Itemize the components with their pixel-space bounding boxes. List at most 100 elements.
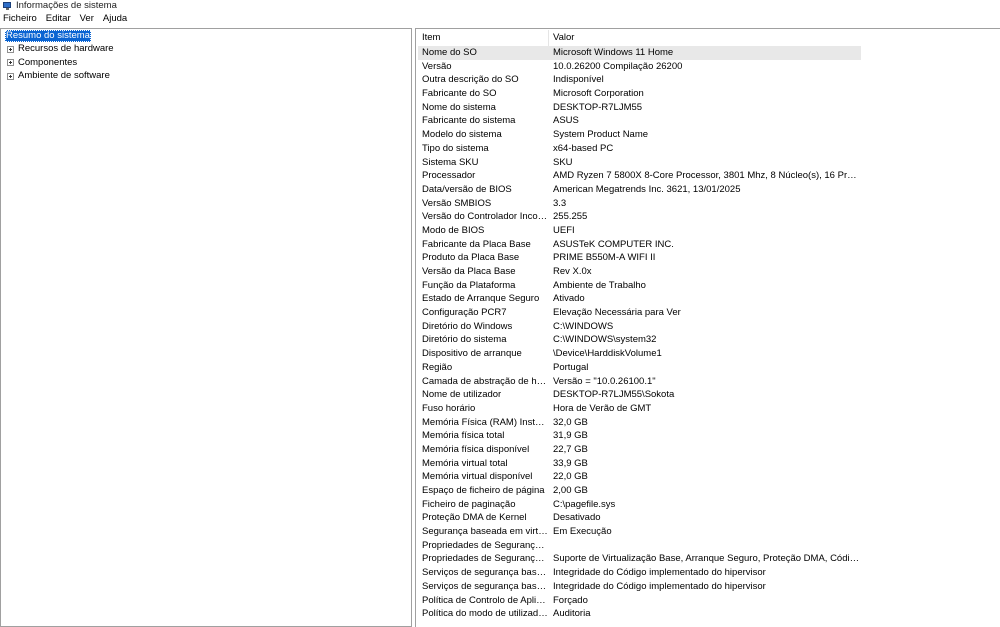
row-value-cell: DESKTOP-R7LJM55 — [553, 101, 643, 113]
table-row[interactable]: Memória Física (RAM) Instalada 32,0 GB — [418, 416, 861, 430]
table-row[interactable]: Propriedades de Segurança N... — [418, 539, 861, 553]
row-item-cell: Serviços de segurança basead... — [422, 580, 549, 592]
row-value-cell: American Megatrends Inc. 3621, 13/01/202… — [553, 183, 741, 195]
window-title: Informações de sistema — [16, 0, 117, 11]
menu-ajuda[interactable]: Ajuda — [99, 12, 132, 26]
table-row[interactable]: Região Portugal — [418, 361, 861, 375]
table-row[interactable]: Proteção DMA de Kernel Desativado — [418, 511, 861, 525]
row-value-cell: 31,9 GB — [553, 430, 588, 442]
row-item-cell: Memória Física (RAM) Instalada — [422, 416, 549, 428]
table-row[interactable]: Serviços de segurança basead... Integrida… — [418, 580, 861, 594]
table-row[interactable]: Memória física total 31,9 GB — [418, 429, 861, 443]
table-row[interactable]: Tipo do sistema x64-based PC — [418, 142, 861, 156]
row-item-cell: Segurança baseada em virtuali... — [422, 526, 549, 538]
row-value-cell: C:\pagefile.sys — [553, 498, 616, 510]
table-row[interactable]: Política do modo de utilizador ... Audito… — [418, 607, 861, 621]
row-value-cell: Versão = "10.0.26100.1" — [553, 375, 656, 387]
menu-ver[interactable]: Ver — [76, 12, 99, 26]
column-header-value[interactable]: Valor — [549, 30, 861, 46]
table-row[interactable]: Versão SMBIOS 3.3 — [418, 197, 861, 211]
expand-plus-icon[interactable] — [7, 72, 14, 80]
row-item-cell: Memória virtual disponível — [422, 471, 533, 483]
table-row[interactable]: Estado de Arranque Seguro Ativado — [418, 292, 861, 306]
row-item-cell: Serviços de segurança basead... — [422, 567, 549, 579]
row-value-cell: Rev X.0x — [553, 266, 592, 277]
row-value-cell: Forçado — [553, 594, 588, 606]
row-value-cell: System Product Name — [553, 129, 649, 141]
row-value-cell: Ativado — [553, 293, 585, 305]
table-row[interactable]: Memória virtual total 33,9 GB — [418, 457, 861, 471]
tree-item-resumo-do-sistema[interactable]: Resumo do sistema — [5, 30, 91, 42]
row-item-cell: Propriedades de Segurança N... — [422, 539, 549, 551]
table-row[interactable]: Fabricante do sistema ASUS — [418, 114, 861, 128]
table-row[interactable]: Ficheiro de paginação C:\pagefile.sys — [418, 498, 861, 512]
table-row[interactable]: Dispositivo de arranque \Device\HarddiskV… — [418, 347, 861, 361]
table-row[interactable]: Produto da Placa Base PRIME B550M-A WIFI … — [418, 251, 861, 265]
row-value-cell: Microsoft Windows 11 Home — [553, 47, 674, 58]
table-row[interactable]: Diretório do Windows C:\WINDOWS — [418, 320, 861, 334]
row-value-cell: Integridade do Código implementado do hi… — [553, 580, 766, 592]
row-value-cell: 3.3 — [553, 197, 567, 209]
row-item-cell: Nome do SO — [422, 47, 477, 58]
tree-item-label: Recursos de hardware — [18, 43, 114, 54]
table-row[interactable]: Espaço de ficheiro de página 2,00 GB — [418, 484, 861, 498]
row-item-cell: Fuso horário — [422, 402, 476, 414]
menu-editar[interactable]: Editar — [42, 12, 76, 26]
table-row[interactable]: Versão 10.0.26200 Compilação 26200 — [418, 60, 861, 74]
row-item-cell: Nome de utilizador — [422, 389, 502, 401]
row-item-cell: Fabricante da Placa Base — [422, 238, 531, 250]
expand-plus-icon[interactable] — [7, 45, 14, 53]
tree-item-componentes[interactable]: Componentes — [7, 57, 77, 69]
table-row[interactable]: Memória virtual disponível 22,0 GB — [418, 470, 861, 484]
system-info-app-icon — [3, 1, 12, 10]
table-row[interactable]: Camada de abstração de hard... Versão = "… — [418, 375, 861, 389]
row-value-cell: 255.255 — [553, 211, 588, 223]
table-row[interactable]: Configuração PCR7 Elevação Necessária par… — [418, 306, 861, 320]
menu-bar: Ficheiro Editar Ver Ajuda — [0, 12, 1000, 26]
row-item-cell: Diretório do sistema — [422, 334, 507, 346]
row-item-cell: Nome do sistema — [422, 101, 496, 113]
table-row[interactable]: Versão do Controlador Incorp... 255.255 — [418, 210, 861, 224]
table-row[interactable]: Outra descrição do SO Indisponível — [418, 73, 861, 87]
tree-item-recursos-de-hardware[interactable]: Recursos de hardware — [7, 43, 114, 55]
category-tree[interactable]: Resumo do sistema Recursos de hardware C… — [0, 28, 412, 627]
table-row[interactable]: Memória física disponível 22,7 GB — [418, 443, 861, 457]
expand-plus-icon[interactable] — [7, 59, 14, 66]
table-row[interactable]: Política de Controlo de Aplicaç... Forçad… — [418, 594, 861, 608]
tree-item-ambiente-de-software[interactable]: Ambiente de software — [7, 70, 110, 82]
row-item-cell: Versão da Placa Base — [422, 266, 516, 277]
row-item-cell: Memória física disponível — [422, 443, 530, 455]
row-value-cell: Elevação Necessária para Ver — [553, 307, 681, 319]
row-item-cell: Diretório do Windows — [422, 320, 513, 332]
table-row[interactable]: Diretório do sistema C:\WINDOWS\system32 — [418, 333, 861, 347]
row-value-cell: ASUSTeK COMPUTER INC. — [553, 238, 674, 250]
row-value-cell: 22,0 GB — [553, 471, 588, 483]
table-row[interactable]: Modelo do sistema System Product Name — [418, 128, 861, 142]
details-list[interactable]: Item Valor Nome do SO Microsoft Windows 1… — [415, 28, 1000, 627]
row-item-cell: Memória virtual total — [422, 457, 508, 469]
table-row[interactable]: Propriedades de Segurança Di... Suporte d… — [418, 552, 861, 566]
table-row[interactable]: Nome de utilizador DESKTOP-R7LJM55\Sokota — [418, 388, 861, 402]
table-row[interactable]: Sistema SKU SKU — [418, 156, 861, 170]
row-value-cell — [549, 539, 861, 553]
table-row[interactable]: Serviços de segurança basead... Integrida… — [418, 566, 861, 580]
table-row[interactable]: Fabricante da Placa Base ASUSTeK COMPUTER… — [418, 238, 861, 252]
table-row[interactable]: Fuso horário Hora de Verão de GMT — [418, 402, 861, 416]
menu-ficheiro[interactable]: Ficheiro — [0, 12, 42, 26]
table-row[interactable]: Nome do sistema DESKTOP-R7LJM55 — [418, 101, 861, 115]
table-row[interactable]: Segurança baseada em virtuali... Em Execu… — [418, 525, 861, 539]
table-row[interactable]: Data/versão de BIOS American Megatrends I… — [418, 183, 861, 197]
table-row[interactable]: Modo de BIOS UEFI — [418, 224, 861, 238]
row-value-cell: ASUS — [553, 115, 579, 127]
row-value-cell: Indisponível — [553, 74, 604, 86]
row-value-cell: C:\WINDOWS — [553, 320, 614, 332]
row-item-cell: Dispositivo de arranque — [422, 348, 522, 360]
table-row[interactable]: Nome do SO Microsoft Windows 11 Home — [418, 46, 861, 60]
table-row[interactable]: Fabricante do SO Microsoft Corporation — [418, 87, 861, 101]
table-row[interactable]: Processador AMD Ryzen 7 5800X 8-Core Proc… — [418, 169, 861, 183]
table-row[interactable]: Versão da Placa Base Rev X.0x — [418, 265, 861, 279]
column-header-item[interactable]: Item — [418, 30, 549, 46]
row-value-cell: AMD Ryzen 7 5800X 8-Core Processor, 3801… — [553, 170, 861, 182]
row-item-cell: Política de Controlo de Aplicaç... — [422, 594, 549, 606]
table-row[interactable]: Função da Plataforma Ambiente de Trabalho — [418, 279, 861, 293]
